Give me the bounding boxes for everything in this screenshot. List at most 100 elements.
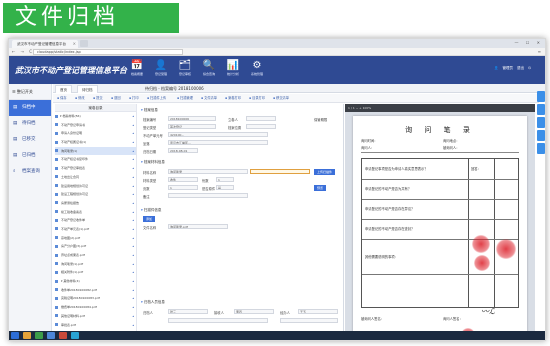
field-input[interactable] xyxy=(168,318,268,323)
field-input[interactable]: 张三 xyxy=(168,309,208,314)
tree-row[interactable]: 询问笔录(1).pdf ▴ xyxy=(55,260,136,269)
upload-icon[interactable]: ▴ xyxy=(132,268,134,277)
tree-row[interactable]: 不动产登记收件单 ▴ xyxy=(55,216,136,225)
side-widget-button[interactable] xyxy=(537,130,545,141)
scan-tag[interactable]: 添加 xyxy=(143,216,156,222)
field-input[interactable]: 询问笔录 xyxy=(168,169,248,174)
url-input[interactable]: cloudapp/static/index.jsp xyxy=(33,49,183,55)
tree-row[interactable]: 收件单20180100082.pdf ▴ xyxy=(55,286,136,295)
upload-icon[interactable]: ▴ xyxy=(132,294,134,303)
field-select[interactable]: 收件 xyxy=(168,177,198,182)
upload-icon[interactable]: ▴ xyxy=(132,321,134,330)
tree-row[interactable]: 审批表.pdf ▴ xyxy=(55,321,136,330)
toolbar-button[interactable]: 移交清单 xyxy=(273,95,289,102)
field-input[interactable]: 1 xyxy=(168,185,198,190)
upload-icon[interactable]: ▴ xyxy=(132,277,134,286)
menu-icon[interactable]: ≡ xyxy=(538,49,541,54)
start-button[interactable] xyxy=(11,332,19,339)
toolbar-button[interactable]: 扫描件上传 xyxy=(147,95,166,102)
field-input[interactable]: 1 xyxy=(216,177,234,182)
sidebar-item-pending[interactable]: ▤ 待归档 xyxy=(9,116,51,132)
toolbar-button[interactable]: 打印 xyxy=(129,95,138,102)
upload-icon[interactable]: ▴ xyxy=(132,312,134,321)
field-input[interactable]: 420100... xyxy=(168,132,268,137)
tree-row[interactable]: 不动产单元表(1).pdf ▴ xyxy=(55,225,136,234)
tree-row[interactable]: 竣工验收备案表 ▴ xyxy=(55,208,136,217)
preview-button[interactable]: 预览 xyxy=(314,185,327,191)
tree-row[interactable]: 不动产登记审批表 ▴ xyxy=(55,164,136,173)
module-chart[interactable]: 📊 统计分析 xyxy=(223,59,243,77)
upload-icon[interactable]: ▴ xyxy=(132,147,134,156)
field-input[interactable] xyxy=(246,116,276,121)
toolbar-button[interactable]: 修改 xyxy=(75,95,84,102)
toolbar-button[interactable]: 案卷打印 xyxy=(225,95,241,102)
taskbar-app[interactable] xyxy=(47,332,55,339)
tree-row[interactable]: 土地出让合同 ▴ xyxy=(55,173,136,182)
taskbar-app[interactable] xyxy=(35,332,43,339)
field-input[interactable] xyxy=(168,193,248,198)
upload-icon[interactable]: ▴ xyxy=(132,182,134,191)
module-folder[interactable]: 🗂 登记审核 xyxy=(175,59,195,77)
field-input[interactable]: 李四 xyxy=(234,309,274,314)
module-user[interactable]: 👤 登记受理 xyxy=(151,59,171,77)
upload-icon[interactable]: ▴ xyxy=(132,112,134,121)
nav-buttons[interactable]: ← → C xyxy=(12,49,34,54)
preview-toolbar[interactable]: 1 / 1 − + 100% xyxy=(345,104,535,112)
tab-home[interactable]: 首页 xyxy=(55,85,72,93)
close-icon[interactable]: × xyxy=(73,40,76,48)
tree-row[interactable]: 申请人身份证明 ▴ xyxy=(55,129,136,138)
tree-row[interactable]: 其他证明材料.pdf ▴ xyxy=(55,312,136,321)
tree-row[interactable]: 房产分户图(3).pdf ▴ xyxy=(55,242,136,251)
toolbar-button[interactable]: 目录打印 xyxy=(249,95,265,102)
field-input[interactable]: 王五 xyxy=(298,309,338,314)
field-input[interactable]: 询问笔录.pdf xyxy=(168,224,228,229)
browser-tab[interactable]: 武汉市不动产登记管理信息平台 × xyxy=(12,40,78,48)
tree-row[interactable]: 缴费单20180100084.pdf ▴ xyxy=(55,303,136,312)
field-select[interactable]: 是 xyxy=(216,185,234,190)
upload-button[interactable]: 上传扫描件 xyxy=(314,169,336,175)
upload-icon[interactable]: ▴ xyxy=(132,234,134,243)
tree-row[interactable]: 宗地图(2).pdf ▴ xyxy=(55,234,136,243)
highlighted-field[interactable] xyxy=(250,169,310,174)
field-input[interactable]: 武汉市江岸区... xyxy=(168,140,268,145)
sidebar-item-archiving[interactable]: ▤ 归档中 xyxy=(9,100,51,116)
field-input[interactable]: 首次登记 xyxy=(168,124,216,129)
sidebar-head[interactable]: ☰ 整记开关 xyxy=(9,84,51,100)
tree-row[interactable]: 相关附件(1).pdf ▴ xyxy=(55,268,136,277)
upload-icon[interactable]: ▴ xyxy=(132,138,134,147)
sidebar-item-query[interactable]: ⌕ 档案查询 xyxy=(9,164,51,180)
side-widget-button[interactable] xyxy=(537,104,545,115)
upload-icon[interactable]: ▴ xyxy=(132,216,134,225)
toolbar-button[interactable]: 文件清单 xyxy=(201,95,217,102)
new-tab-button[interactable] xyxy=(80,40,88,47)
upload-icon[interactable]: ▴ xyxy=(132,121,134,130)
tree-row[interactable]: 不动产权证书复印件 ▴ xyxy=(55,155,136,164)
upload-icon[interactable]: ▴ xyxy=(132,155,134,164)
toolbar-button[interactable]: 退回 xyxy=(111,95,120,102)
toolbar-button[interactable]: 保存 xyxy=(57,95,66,102)
upload-icon[interactable]: ▴ xyxy=(132,242,134,251)
upload-icon[interactable]: ▴ xyxy=(132,199,134,208)
side-widget-button[interactable] xyxy=(537,117,545,128)
tree-row[interactable]: 建设用地规划许可证 ▴ xyxy=(55,182,136,191)
field-input[interactable]: 2018100006 xyxy=(168,116,216,121)
upload-icon[interactable]: ▴ xyxy=(132,173,134,182)
tree-row[interactable]: ▾ 其他材料(4) ▴ xyxy=(55,277,136,286)
upload-icon[interactable]: ▴ xyxy=(132,303,134,312)
field-input[interactable]: 2018-08-01 xyxy=(168,148,198,153)
window-controls[interactable]: — ☐ ✕ xyxy=(515,40,543,45)
tree-row[interactable]: 不动产登记申请书 ▴ xyxy=(55,121,136,130)
tree-row[interactable]: 完税证明20180100083.pdf ▴ xyxy=(55,294,136,303)
upload-icon[interactable]: ▴ xyxy=(132,260,134,269)
tree-row[interactable]: 询问笔录(1) ▴ xyxy=(55,146,136,156)
toolbar-button[interactable]: 扫描管理 xyxy=(177,95,193,102)
sidebar-item-transferred[interactable]: ▤ 已移交 xyxy=(9,132,51,148)
taskbar-app[interactable] xyxy=(59,332,67,339)
tree-row[interactable]: 建设工程规划许可证 ▴ xyxy=(55,190,136,199)
tab-pending[interactable]: 待归档 xyxy=(77,85,98,93)
taskbar-app[interactable] xyxy=(71,332,79,339)
upload-icon[interactable]: ▴ xyxy=(132,208,134,217)
upload-icon[interactable]: ▴ xyxy=(132,225,134,234)
tree-row[interactable]: 界址点成果表.pdf ▴ xyxy=(55,251,136,260)
tree-row[interactable]: 房屋测绘报告 ▴ xyxy=(55,199,136,208)
